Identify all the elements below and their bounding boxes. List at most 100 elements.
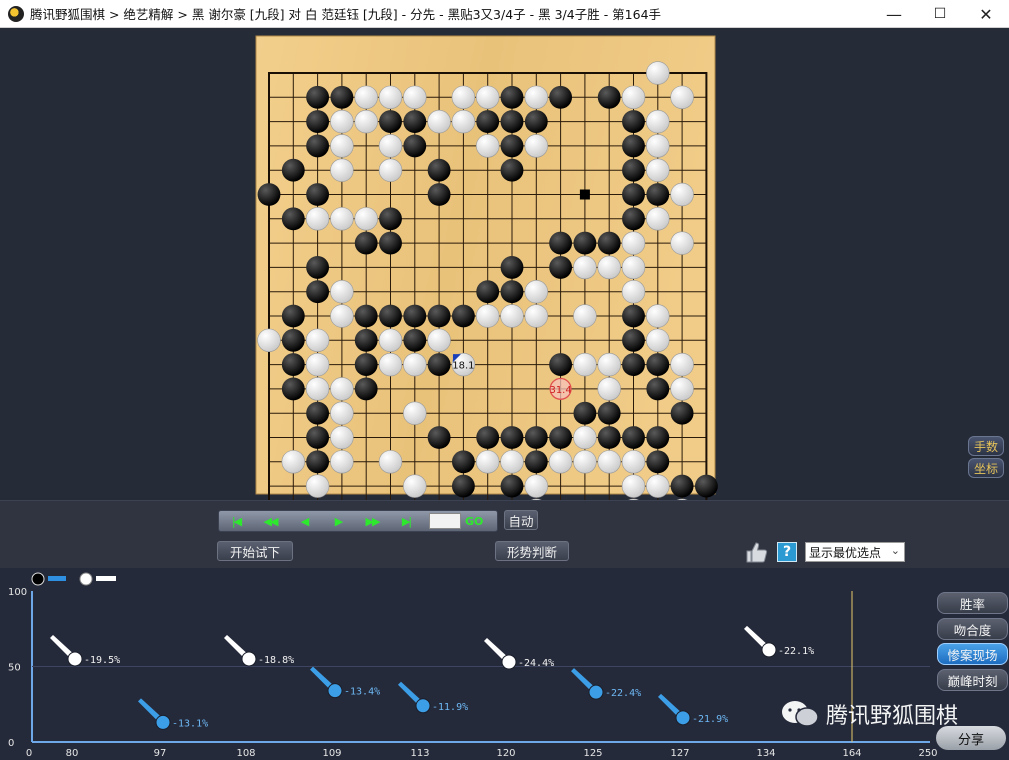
chart-point: -22.4% xyxy=(571,668,641,700)
best-move-select[interactable]: 显示最优选点 ⌄ xyxy=(805,542,905,562)
back-button[interactable]: ◀ xyxy=(287,512,321,530)
black-stone xyxy=(354,328,378,352)
thumbs-up-icon[interactable] xyxy=(745,541,769,563)
y-tick-label: 0 xyxy=(8,738,14,749)
match-rate-button[interactable]: 吻合度 xyxy=(937,618,1008,640)
chart-point: -21.9% xyxy=(658,693,728,726)
go-board[interactable]: 18.1 31.4 xyxy=(0,28,1009,500)
black-stone xyxy=(622,110,645,134)
black-stone xyxy=(500,85,524,109)
help-icon[interactable]: ? xyxy=(777,542,797,562)
share-button[interactable]: 分享 xyxy=(936,726,1006,750)
black-stone xyxy=(306,450,330,474)
white-stone xyxy=(670,377,694,401)
coordinates-button[interactable]: 坐标 xyxy=(968,458,1004,478)
white-stone xyxy=(330,450,354,474)
x-tick-label: 80 xyxy=(66,748,79,759)
black-stone xyxy=(500,110,524,134)
x-tick-label: 108 xyxy=(236,748,255,759)
white-stone xyxy=(330,134,354,158)
white-stone xyxy=(330,377,354,401)
white-stone xyxy=(646,61,670,85)
close-button[interactable]: ✕ xyxy=(963,0,1009,28)
white-stone xyxy=(427,109,451,134)
forward-button[interactable]: ▶ xyxy=(321,512,355,530)
black-stone xyxy=(597,401,621,425)
y-tick-label: 50 xyxy=(8,663,21,674)
black-stone xyxy=(257,183,281,206)
white-stone xyxy=(621,255,646,280)
chart-point: -11.9% xyxy=(398,681,468,714)
legend-black-icon xyxy=(31,572,45,586)
peak-moment-button[interactable]: 巅峰时刻 xyxy=(937,669,1008,691)
chart-point: -18.8% xyxy=(224,634,294,667)
title-bar: 腾讯野狐围棋 > 绝艺精解 > 黑 谢尔豪 [九段] 对 白 范廷钰 [九段] … xyxy=(0,0,1009,28)
point-label: -18.8% xyxy=(258,655,294,666)
chart-point: -13.4% xyxy=(310,666,380,699)
white-stone xyxy=(330,401,354,425)
black-stone xyxy=(549,353,573,377)
black-stone xyxy=(306,255,330,279)
win-rate-button[interactable]: 胜率 xyxy=(937,592,1008,614)
black-stone xyxy=(379,207,402,231)
try-play-button[interactable]: 开始试下 xyxy=(217,541,293,561)
win-rate-chart[interactable]: 100 50 0 0 80 97 108 109 113 120 125 127 134 164 250 -1… xyxy=(0,568,1009,760)
black-stone xyxy=(281,304,305,328)
back-ten-button[interactable]: ◀◀ xyxy=(253,512,287,530)
last-move-label: 18.1 xyxy=(452,361,474,372)
white-stone xyxy=(451,85,476,110)
first-move-button[interactable]: |◀ xyxy=(219,512,253,530)
white-stone xyxy=(378,328,403,353)
chart-point: -13.1% xyxy=(138,698,208,730)
black-stone xyxy=(524,110,548,134)
white-stone xyxy=(524,85,549,110)
black-stone xyxy=(549,426,573,449)
white-stone xyxy=(573,450,597,474)
x-tick-label: 109 xyxy=(322,748,341,759)
black-stone xyxy=(354,353,378,377)
go-button[interactable]: GO xyxy=(465,515,483,528)
auto-play-button[interactable]: 自动 xyxy=(504,510,538,530)
white-stone xyxy=(330,207,354,231)
last-move-button[interactable]: ▶| xyxy=(389,512,423,530)
black-stone xyxy=(622,304,645,328)
white-stone xyxy=(305,352,330,377)
legend-black-bar xyxy=(48,576,66,581)
best-move-label: 31.4 xyxy=(549,385,571,396)
maximize-button[interactable]: ☐ xyxy=(917,0,963,28)
black-stone xyxy=(306,134,330,158)
pin-head xyxy=(327,683,343,699)
minimize-button[interactable]: — xyxy=(871,0,917,28)
black-stone xyxy=(573,231,597,255)
white-stone xyxy=(500,450,524,474)
black-stone xyxy=(549,255,573,279)
white-stone xyxy=(670,85,694,110)
black-stone xyxy=(306,183,330,206)
black-stone xyxy=(476,280,500,304)
white-stone xyxy=(330,425,354,450)
best-move-select-value: 显示最优选点 xyxy=(809,545,882,560)
move-numbers-button[interactable]: 手数 xyxy=(968,436,1004,456)
x-tick-label: 113 xyxy=(410,748,429,759)
black-stone xyxy=(451,450,475,474)
move-number-input[interactable] xyxy=(429,513,461,529)
point-label: -24.4% xyxy=(518,658,554,669)
white-stone xyxy=(281,450,306,474)
white-stone xyxy=(524,474,549,498)
pin-head xyxy=(415,698,431,714)
black-stone xyxy=(622,134,645,158)
pin-head xyxy=(675,710,691,726)
black-stone xyxy=(306,85,330,109)
black-stone xyxy=(597,85,621,109)
black-stone xyxy=(306,401,330,425)
black-stone xyxy=(622,158,645,182)
square-marker xyxy=(579,189,590,200)
disaster-scene-button[interactable]: 惨案现场 xyxy=(937,643,1008,665)
black-stone xyxy=(622,183,645,206)
white-stone xyxy=(621,279,646,304)
white-stone xyxy=(500,304,524,328)
app-logo-icon xyxy=(8,5,24,22)
forward-ten-button[interactable]: ▶▶ xyxy=(355,512,389,530)
black-stone xyxy=(281,328,305,352)
judge-position-button[interactable]: 形势判断 xyxy=(495,541,569,561)
